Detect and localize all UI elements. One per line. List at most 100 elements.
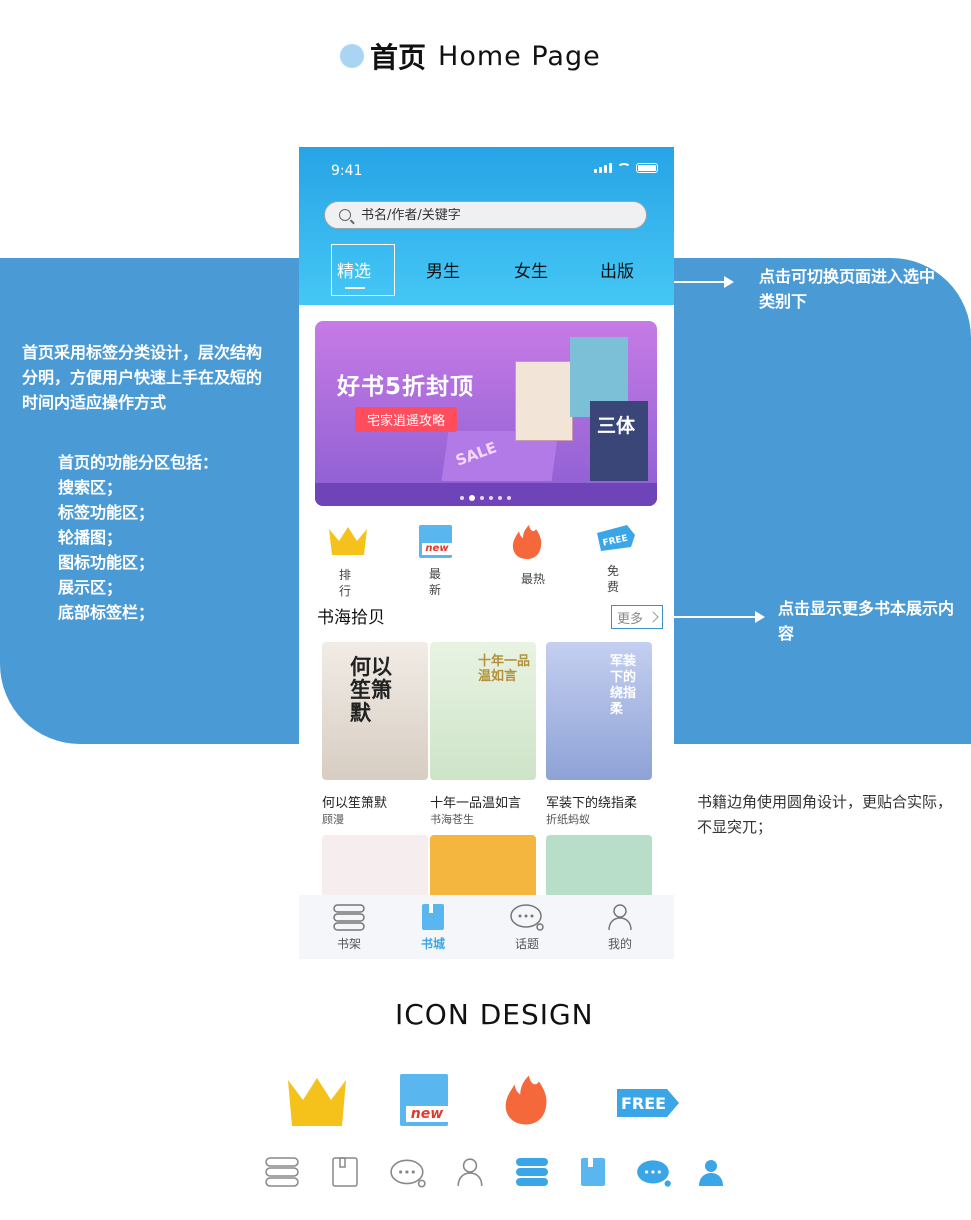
tab-male[interactable]: 男生 — [426, 257, 460, 282]
nav-label: 书架 — [336, 937, 361, 951]
book-filled-icon — [581, 1158, 605, 1186]
carousel-dot-active[interactable] — [469, 495, 475, 501]
book-card[interactable]: 十年一品温如言 十年一品温如言 书海苍生 — [430, 642, 536, 827]
feature-icon-row: 排行 new 最新 最热 FREE 免费 — [299, 525, 674, 603]
chat-bubble-icon — [510, 904, 544, 931]
person-icon — [608, 904, 632, 931]
free-tag-icon: FREE — [597, 525, 635, 551]
book-cover[interactable]: 十年一品温如言 — [430, 642, 536, 780]
nav-profile[interactable]: 我的 — [590, 903, 650, 952]
search-input[interactable] — [361, 207, 621, 223]
cover-title: 何以笙箫默 — [350, 655, 392, 725]
page-heading: 首页 Home Page — [340, 36, 601, 76]
note-function-zones: 首页的功能分区包括： 搜索区； 标签功能区； 轮播图； 图标功能区； 展示区； … — [58, 450, 268, 625]
tab-arrow-head — [724, 276, 734, 288]
note-tab-switch: 点击可切换页面进入选中类别下 — [759, 267, 936, 311]
tab-female[interactable]: 女生 — [514, 257, 548, 282]
banner-carousel[interactable]: 三体 好书5折封顶 宅家逍遥攻略 SALE — [315, 321, 657, 506]
zone-item: 轮播图； — [58, 528, 123, 547]
new-book-icon: new — [400, 1074, 448, 1126]
section-title: 书海拾贝 — [317, 608, 385, 628]
flame-icon — [512, 525, 542, 559]
svg-text:FREE: FREE — [621, 1094, 666, 1113]
carousel-dot[interactable] — [507, 496, 511, 500]
crown-icon — [329, 527, 367, 555]
person-icon — [457, 1158, 483, 1186]
more-arrow-line — [664, 616, 756, 618]
book-author: 书海苍生 — [430, 813, 474, 826]
note-more-books: 点击显示更多书本展示内容 — [778, 599, 955, 643]
new-book-icon: new — [419, 525, 452, 558]
zones-title: 首页的功能分区包括： — [58, 453, 219, 472]
carousel-dot[interactable] — [489, 496, 493, 500]
heading-cn: 首页 — [370, 41, 427, 74]
feature-hottest[interactable]: 最热 — [511, 525, 571, 587]
feature-newest[interactable]: new 最新 — [419, 525, 479, 598]
book-outline-icon — [332, 1157, 358, 1187]
carousel-dots[interactable] — [460, 495, 511, 501]
zone-item: 图标功能区； — [58, 553, 155, 572]
book-icon — [422, 904, 444, 930]
feature-free[interactable]: FREE 免费 — [597, 525, 657, 595]
status-time: 9:41 — [331, 163, 363, 179]
more-label: 更多 — [616, 611, 643, 627]
nav-bookshelf[interactable]: 书架 — [319, 903, 379, 952]
cover-title: 十年一品温如言 — [478, 654, 531, 684]
cover-title: 军装下的绕指柔 — [610, 654, 637, 717]
feature-label: 最热 — [521, 572, 546, 586]
phone-screen: 9:41 精选 男生 女生 出版 三体 好书5折封顶 宅家逍遥攻略 SALE — [299, 147, 674, 959]
chat-bubble-icon — [390, 1159, 426, 1188]
banner-subtitle: 宅家逍遥攻略 — [355, 407, 458, 432]
heading-en: Home Page — [438, 40, 601, 72]
zone-item: 展示区； — [58, 578, 123, 597]
tab-published[interactable]: 出版 — [600, 257, 634, 282]
nav-bookstore[interactable]: 书城 — [403, 903, 463, 952]
banner-title: 好书5折封顶 — [337, 374, 475, 400]
more-arrow-head — [755, 611, 765, 623]
bookshelf-filled-icon — [516, 1158, 548, 1186]
book-title: 军装下的绕指柔 — [546, 796, 638, 811]
free-tag-icon: FREE — [617, 1089, 679, 1117]
nav-label: 书城 — [420, 937, 445, 951]
heading-dot-icon — [340, 44, 364, 68]
carousel-dot[interactable] — [498, 496, 502, 500]
chevron-right-icon — [647, 611, 659, 623]
feature-ranking[interactable]: 排行 — [329, 525, 389, 599]
zone-item: 底部标签栏； — [58, 603, 155, 622]
nav-label: 我的 — [607, 937, 632, 951]
book-title: 何以笙箫默 — [322, 796, 388, 811]
book-title: 十年一品温如言 — [430, 796, 522, 811]
bottom-tab-bar: 书架 书城 话题 我的 — [299, 895, 674, 959]
banner-book-label: 三体 — [597, 415, 636, 437]
signal-icon — [594, 163, 612, 173]
note-tab-design: 首页采用标签分类设计，层次结构分明，方便用户快速上手在及短的时间内适应操作方式 — [22, 343, 263, 412]
flame-icon — [505, 1075, 547, 1125]
note-rounded-corners: 书籍边角使用圆角设计，更贴合实际，不显突兀； — [697, 793, 953, 836]
book-card[interactable]: 何以笙箫默 何以笙箫默 顾漫 — [322, 642, 428, 827]
nav-label: 话题 — [514, 937, 539, 951]
book-card[interactable]: 军装下的绕指柔 军装下的绕指柔 折纸蚂蚁 — [546, 642, 652, 827]
tab-active-underline — [345, 287, 365, 289]
status-bar-icons — [594, 163, 658, 173]
book-author: 顾漫 — [322, 813, 344, 826]
search-icon — [339, 209, 351, 221]
bookshelf-icon — [265, 1157, 299, 1187]
wifi-icon — [617, 163, 631, 173]
more-button[interactable]: 更多 — [611, 605, 663, 629]
book-cover[interactable]: 何以笙箫默 — [322, 642, 428, 780]
nav-topics[interactable]: 话题 — [497, 903, 557, 952]
crown-icon — [288, 1078, 346, 1126]
zone-item: 标签功能区； — [58, 503, 155, 522]
chat-bubble-filled-icon — [637, 1160, 671, 1187]
book-author: 折纸蚂蚁 — [546, 813, 590, 826]
feature-label: 免费 — [607, 564, 620, 594]
person-filled-icon — [699, 1160, 723, 1186]
feature-label: 最新 — [429, 567, 442, 597]
carousel-dot[interactable] — [460, 496, 464, 500]
search-bar[interactable] — [324, 201, 647, 229]
icon-design-title: ICON DESIGN — [395, 998, 594, 1031]
feature-label: 排行 — [339, 568, 352, 598]
battery-icon — [636, 163, 658, 173]
book-cover[interactable]: 军装下的绕指柔 — [546, 642, 652, 780]
carousel-dot[interactable] — [480, 496, 484, 500]
